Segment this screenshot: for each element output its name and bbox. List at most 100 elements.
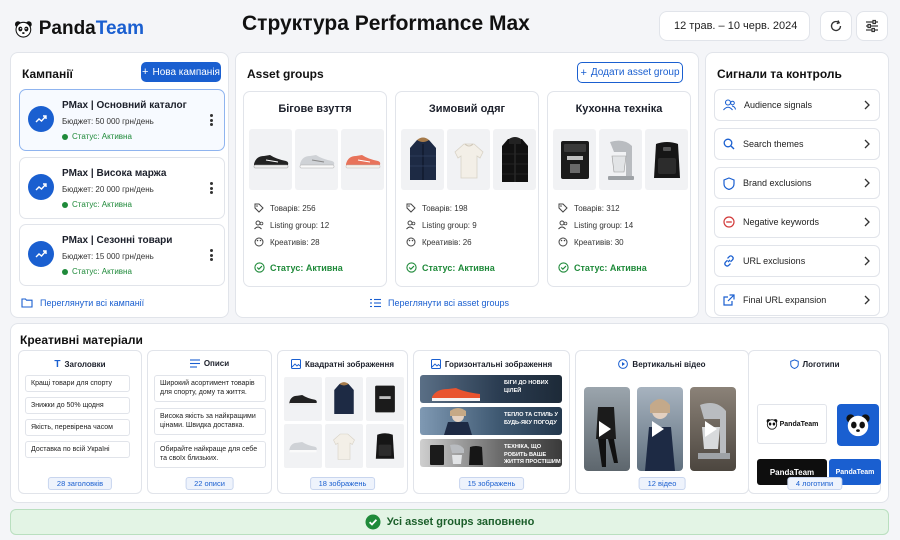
horizontal-images-count-badge[interactable]: 15 зображень xyxy=(458,477,525,490)
asset-group-card[interactable]: Кухонна техніка Товарів: 312 Listing gro… xyxy=(547,91,691,287)
sweater-image xyxy=(447,129,490,190)
creatives-row: Креативів: 30 xyxy=(558,237,624,247)
campaign-budget: Бюджет: 50 000 грн/день xyxy=(62,117,154,126)
view-all-campaigns-link[interactable]: Переглянути всі кампанії xyxy=(21,297,144,308)
sneaker-image xyxy=(295,129,338,190)
campaigns-title: Кампанії xyxy=(22,67,73,81)
campaign-card[interactable]: PMax | Висока маржа Бюджет: 20 000 грн/д… xyxy=(19,157,225,219)
signal-search-themes[interactable]: Search themes xyxy=(714,128,880,160)
palette-icon xyxy=(558,237,568,247)
date-range-picker[interactable]: 12 трав. – 10 черв. 2024 xyxy=(659,11,810,41)
more-menu-icon[interactable] xyxy=(206,112,216,128)
link-icon xyxy=(724,255,734,267)
asset-group-name: Зимовий одяг xyxy=(428,103,506,115)
coffee-machine-image xyxy=(366,377,404,421)
image-icon xyxy=(430,359,441,369)
chevron-right-icon xyxy=(864,178,870,188)
signal-brand-exclusions[interactable]: Brand exclusions xyxy=(714,167,880,199)
logos-count-badge[interactable]: 4 логотипи xyxy=(786,477,843,490)
campaign-card[interactable]: PMax | Сезонні товари Бюджет: 15 000 грн… xyxy=(19,224,225,286)
video-thumbnail[interactable] xyxy=(637,387,683,471)
logo-icon-variant xyxy=(837,404,879,446)
refresh-button[interactable] xyxy=(820,11,852,41)
asset-group-card[interactable]: Зимовий одяг Товарів: 198 Listing group:… xyxy=(395,91,539,287)
logo-white-variant: PandaTeam xyxy=(757,404,827,444)
palette-icon xyxy=(254,237,264,247)
headlines-card[interactable]: T Заголовки Кращі товари для спорту Знижк… xyxy=(18,350,142,494)
square-images-grid xyxy=(284,377,404,468)
campaign-name: PMax | Основний каталог xyxy=(62,100,187,111)
listing-group-row: Listing group: 14 xyxy=(558,220,633,230)
chevron-right-icon xyxy=(864,217,870,227)
plus-icon: + xyxy=(142,66,149,78)
creatives-panel: Креативні матеріали T Заголовки Кращі тов… xyxy=(10,323,889,503)
horizontal-images-card[interactable]: Горизонтальні зображення БІГИ ДО НОВИХ Ц… xyxy=(413,350,570,494)
descriptions-card[interactable]: Описи Широкий асортимент товарів для спо… xyxy=(147,350,272,494)
palette-icon xyxy=(406,237,416,247)
asset-groups-title: Asset groups xyxy=(247,67,324,81)
tag-icon xyxy=(558,203,568,213)
play-icon xyxy=(599,421,611,437)
status-dot-icon xyxy=(62,133,68,140)
more-menu-icon[interactable] xyxy=(206,247,216,263)
more-menu-icon[interactable] xyxy=(206,180,216,196)
settings-button[interactable] xyxy=(856,11,888,41)
campaign-budget: Бюджет: 20 000 грн/день xyxy=(62,185,154,194)
text-icon: T xyxy=(54,359,61,370)
banner-image: ТЕПЛО ТА СТИЛЬ У БУДЬ-ЯКУ ПОГОДУ xyxy=(420,407,562,435)
sneaker-image xyxy=(341,129,384,190)
campaign-name: PMax | Сезонні товари xyxy=(62,235,173,246)
campaign-status: Статус: Активна xyxy=(62,200,132,209)
asset-group-name: Кухонна техніка xyxy=(575,103,663,115)
logos-header: Логотипи xyxy=(749,359,880,369)
banner-image: БІГИ ДО НОВИХ ЦІЛЕЙ xyxy=(420,375,562,403)
vertical-video-card[interactable]: Вертикальні відео 12 відео xyxy=(575,350,749,494)
air-fryer-image xyxy=(645,129,688,190)
signal-final-url-expansion[interactable]: Final URL expansion xyxy=(714,284,880,316)
video-thumbnail[interactable] xyxy=(584,387,630,471)
add-asset-group-button[interactable]: + Додати asset group xyxy=(577,62,683,83)
vertical-video-header: Вертикальні відео xyxy=(576,359,748,369)
trend-icon xyxy=(28,174,54,200)
descriptions-count-badge[interactable]: 22 описи xyxy=(185,477,234,490)
listing-group-row: Listing group: 9 xyxy=(406,220,477,230)
view-all-asset-groups-link[interactable]: Переглянути всі asset groups xyxy=(370,298,509,308)
products-row: Товарів: 256 xyxy=(254,203,316,213)
chevron-right-icon xyxy=(864,139,870,149)
page-title: Структура Performance Max xyxy=(242,12,530,35)
asset-group-card[interactable]: Бігове взуття Товарів: 256 Listing group… xyxy=(243,91,387,287)
shield-icon xyxy=(723,176,735,190)
creatives-row: Креативів: 28 xyxy=(254,237,320,247)
campaign-card[interactable]: PMax | Основний каталог Бюджет: 50 000 г… xyxy=(19,89,225,151)
video-thumbnail[interactable] xyxy=(690,387,736,471)
check-circle-icon xyxy=(254,262,265,273)
refresh-icon xyxy=(830,20,842,32)
products-row: Товарів: 198 xyxy=(406,203,468,213)
square-images-card[interactable]: Квадратні зображення 18 зображень xyxy=(277,350,408,494)
headlines-count-badge[interactable]: 28 заголовків xyxy=(47,477,113,490)
square-images-header: Квадратні зображення xyxy=(278,359,407,369)
headline-item: Доставка по всій Україні xyxy=(25,441,130,459)
tag-icon xyxy=(406,203,416,213)
signal-negative-keywords[interactable]: Negative keywords xyxy=(714,206,880,238)
signal-audience-signals[interactable]: Audience signals xyxy=(714,89,880,121)
square-images-count-badge[interactable]: 18 зображень xyxy=(309,477,376,490)
creatives-row: Креативів: 26 xyxy=(406,237,472,247)
users-icon xyxy=(558,220,568,230)
asset-groups-panel: Asset groups + Додати asset group Бігове… xyxy=(235,52,699,318)
completion-message: Усі asset groups заповнено xyxy=(386,516,535,528)
plus-icon: + xyxy=(580,66,587,79)
panda-logo-icon xyxy=(766,419,777,430)
image-icon xyxy=(290,359,301,369)
videos-count-badge[interactable]: 12 відео xyxy=(638,477,686,490)
sneaker-image xyxy=(249,129,292,190)
asset-group-status: Статус: Активна xyxy=(254,262,343,273)
jacket-image xyxy=(325,377,363,421)
external-link-icon xyxy=(723,294,735,306)
check-circle-icon xyxy=(558,262,569,273)
chevron-right-icon xyxy=(864,295,870,305)
signal-url-exclusions[interactable]: URL exclusions xyxy=(714,245,880,277)
status-dot-icon xyxy=(62,268,68,275)
logos-card[interactable]: Логотипи PandaTeam PandaTeam PandaTeam 4… xyxy=(748,350,881,494)
new-campaign-button[interactable]: + Нова кампанія xyxy=(141,62,221,82)
